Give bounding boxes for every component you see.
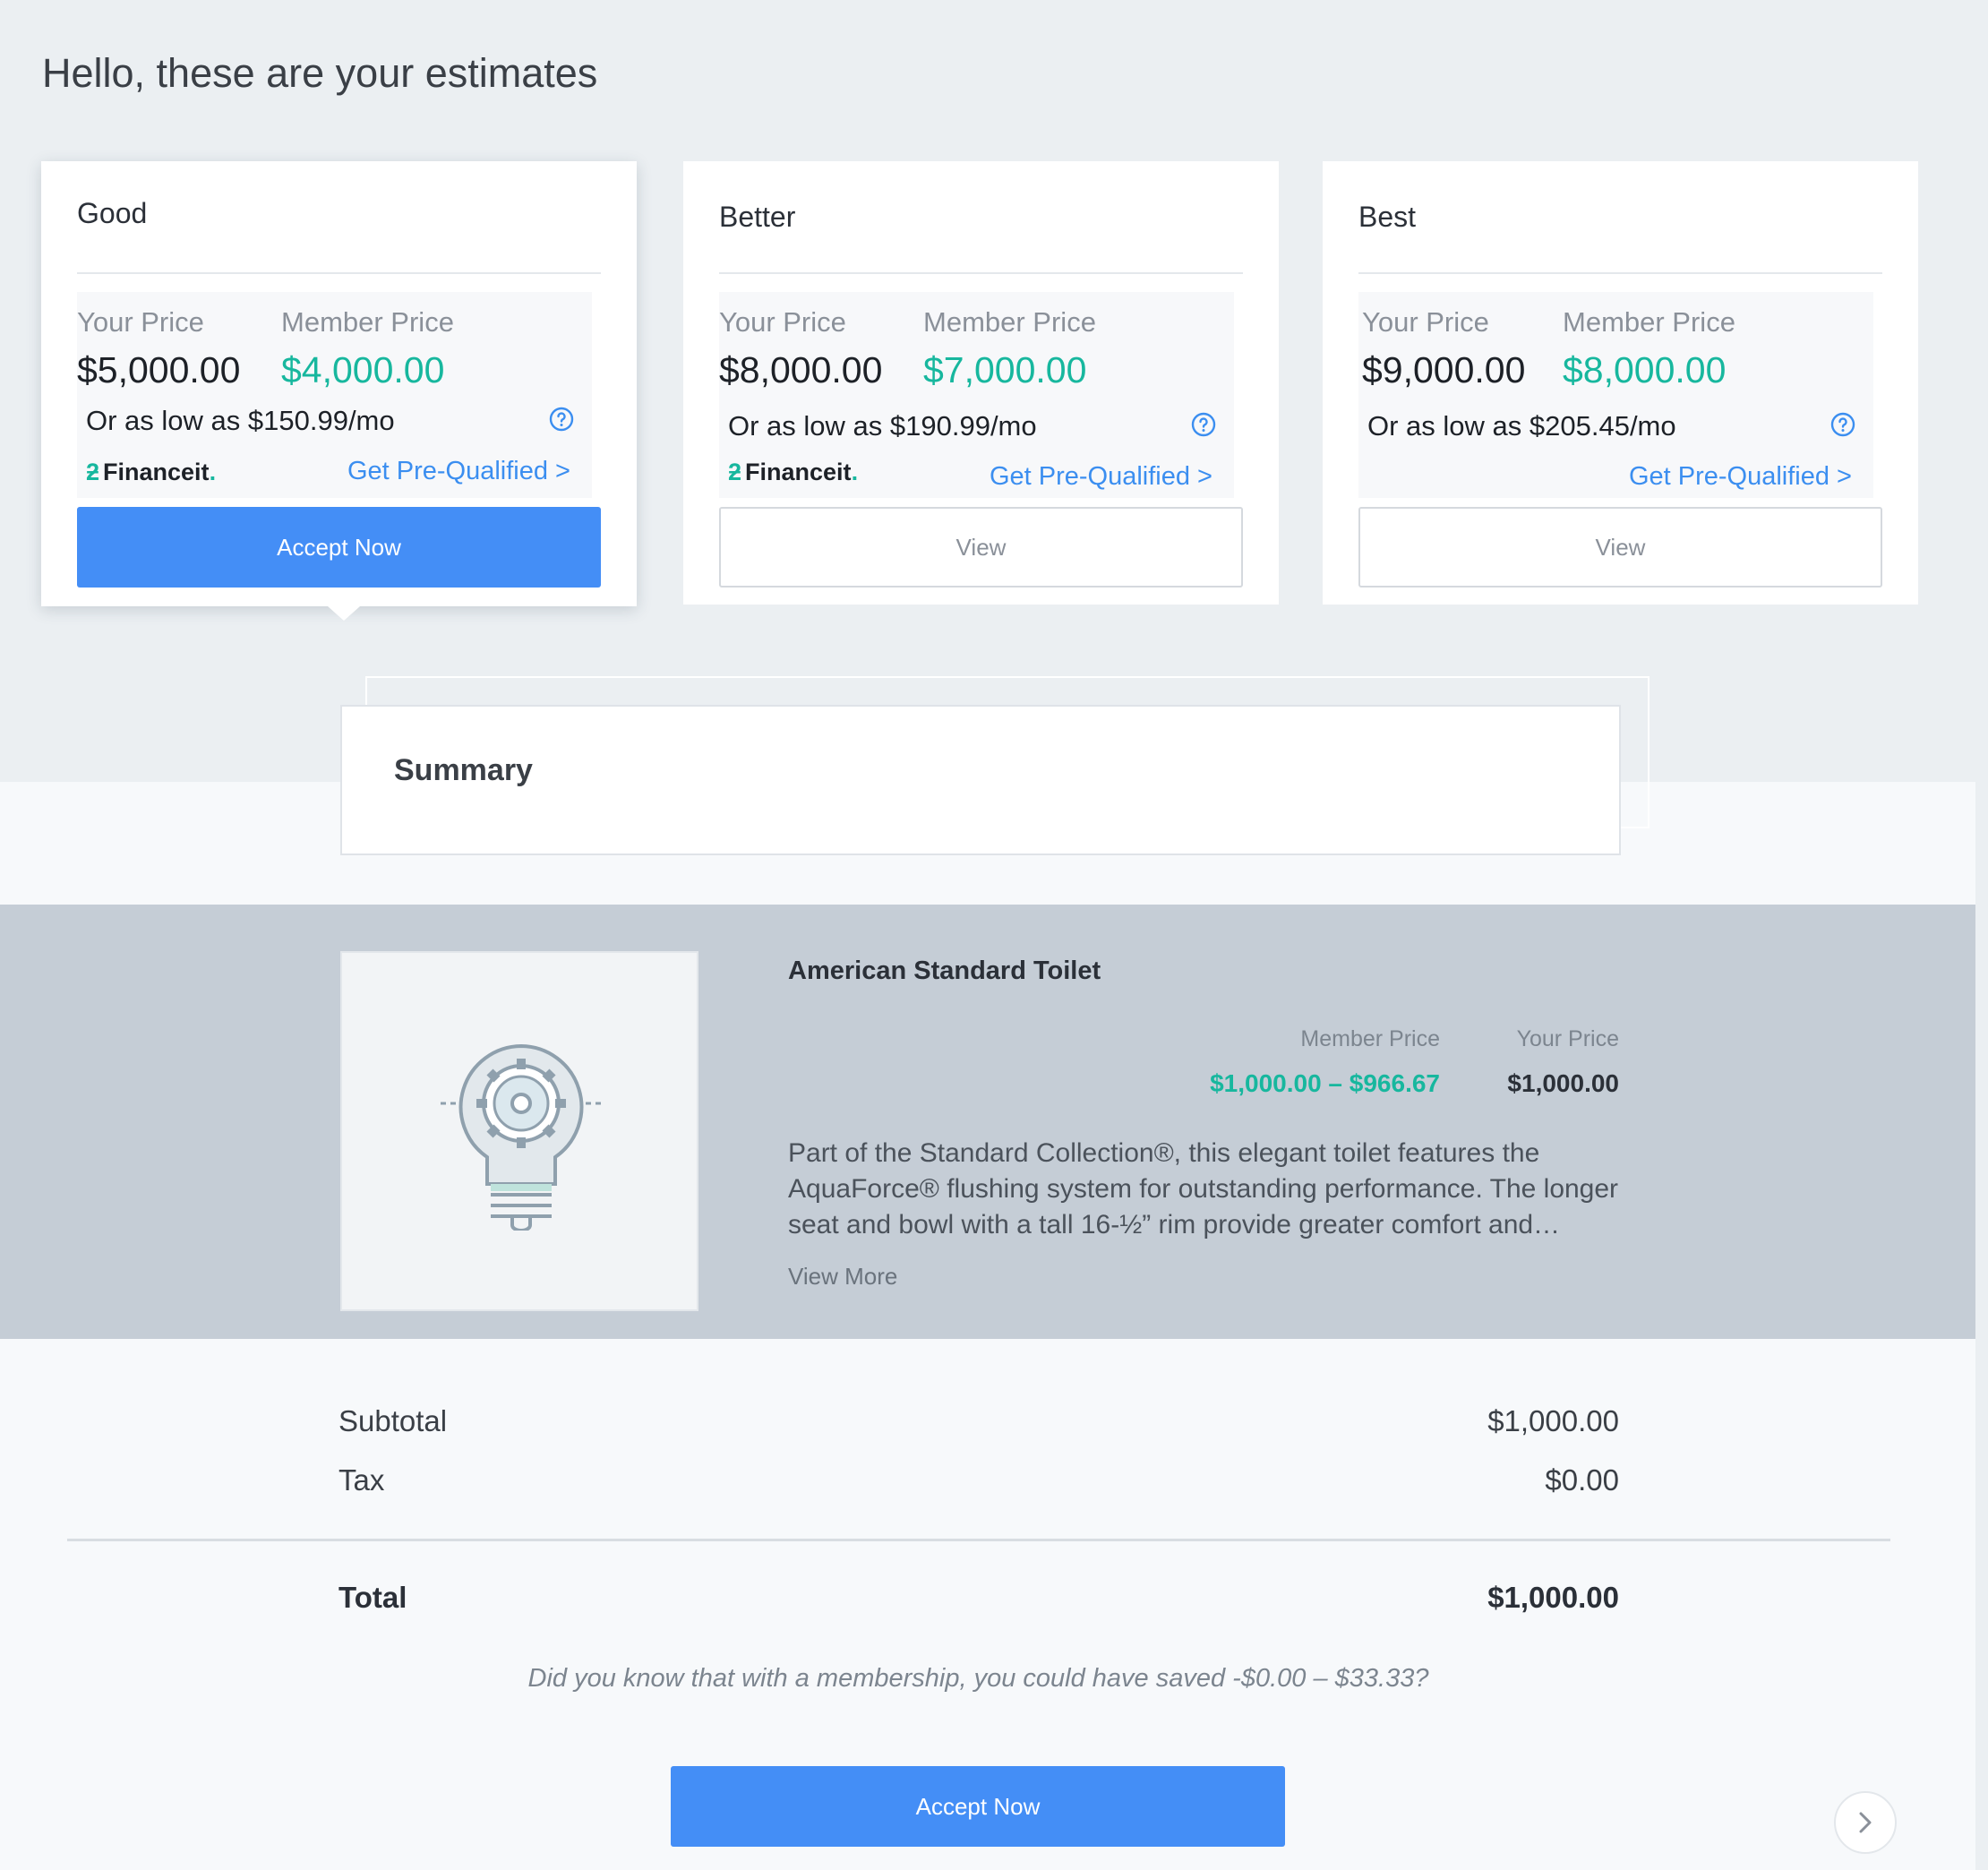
price-panel: Your Price $9,000.00 Member Price $8,000…	[1358, 292, 1873, 498]
total-amount: $1,000.00	[1487, 1581, 1619, 1614]
total-label: Total	[338, 1581, 407, 1614]
member-price-block: Member Price $7,000.00	[923, 306, 1096, 391]
your-price-label: Your Price	[1362, 306, 1489, 338]
member-price-range: $1,000.00 – $966.67	[1210, 1069, 1440, 1097]
divider	[719, 272, 1243, 274]
your-price-block: Your Price $5,000.00	[77, 306, 240, 391]
tier-card-better[interactable]: Better Your Price $8,000.00 Member Price…	[683, 161, 1279, 605]
product-description: Part of the Standard Collection®, this e…	[788, 1138, 1619, 1240]
help-icon[interactable]	[1191, 412, 1216, 437]
tax-row: Tax $0.00	[338, 1463, 1619, 1497]
get-prequalified-link[interactable]: Get Pre-Qualified >	[990, 462, 1213, 492]
price-panel: Your Price $8,000.00 Member Price $7,000…	[719, 292, 1234, 498]
tax-label: Tax	[338, 1463, 385, 1497]
membership-savings-note: Did you know that with a membership, you…	[527, 1664, 1429, 1693]
member-price-value: $7,000.00	[923, 349, 1087, 390]
product-line-item: American Standard Toilet Member Price Yo…	[0, 905, 1975, 1339]
accept-now-button[interactable]: Accept Now	[77, 507, 601, 588]
member-price-label: Member Price	[923, 306, 1096, 338]
get-prequalified-link[interactable]: Get Pre-Qualified >	[347, 457, 570, 486]
page-title: Hello, these are your estimates	[42, 50, 598, 96]
total-row: Total $1,000.00	[338, 1581, 1619, 1615]
subtotal-row: Subtotal $1,000.00	[338, 1404, 1619, 1438]
your-price-value: $1,000.00	[1507, 1069, 1619, 1097]
tier-name: Good	[77, 197, 148, 229]
your-price-label: Your Price	[719, 306, 846, 338]
subtotal-label: Subtotal	[338, 1404, 448, 1437]
your-price-block: Your Price $9,000.00	[1362, 306, 1525, 391]
tax-amount: $0.00	[1545, 1463, 1619, 1497]
financeit-mark-icon: ƻ	[728, 459, 742, 485]
divider	[1358, 272, 1882, 274]
view-more-link[interactable]: View More	[788, 1263, 897, 1291]
chevron-right-icon	[1859, 1812, 1872, 1833]
financeit-name: Financeit	[103, 459, 210, 485]
member-price-value: $4,000.00	[281, 349, 445, 390]
monthly-payment: Or as low as $205.45/mo	[1367, 410, 1676, 442]
view-button[interactable]: View	[1358, 507, 1882, 588]
member-price-value: $8,000.00	[1563, 349, 1727, 390]
accept-now-button-bottom[interactable]: Accept Now	[671, 1766, 1285, 1847]
your-price-value: $5,000.00	[77, 349, 241, 390]
help-icon[interactable]	[549, 407, 574, 432]
tier-card-good[interactable]: Good Your Price $5,000.00 Member Price $…	[41, 161, 637, 621]
tier-name: Best	[1358, 201, 1417, 233]
your-price-label: Your Price	[77, 306, 204, 338]
tier-name: Better	[719, 201, 796, 233]
summary-header: Summary	[340, 705, 1621, 855]
subtotal-amount: $1,000.00	[1487, 1404, 1619, 1437]
financeit-logo: ƻ Financeit.	[728, 459, 859, 485]
your-price-value: $8,000.00	[719, 349, 883, 390]
price-panel: Your Price $5,000.00 Member Price $4,000…	[77, 292, 592, 498]
your-price-value: $9,000.00	[1362, 349, 1526, 390]
your-price-block: Your Price $8,000.00	[719, 306, 882, 391]
financeit-logo: ƻ Financeit.	[86, 459, 217, 485]
divider	[77, 272, 601, 274]
totals-divider	[67, 1539, 1890, 1541]
financeit-mark-icon: ƻ	[86, 459, 100, 485]
summary-title: Summary	[394, 753, 533, 787]
help-icon[interactable]	[1830, 412, 1855, 437]
member-price-block: Member Price $4,000.00	[281, 306, 454, 391]
tier-card-best[interactable]: Best Your Price $9,000.00 Member Price $…	[1323, 161, 1918, 605]
next-button[interactable]	[1834, 1791, 1897, 1854]
get-prequalified-link[interactable]: Get Pre-Qualified >	[1629, 462, 1852, 492]
view-button[interactable]: View	[719, 507, 1243, 588]
member-price-label: Member Price	[1300, 1026, 1440, 1051]
member-price-label: Member Price	[281, 306, 454, 338]
member-price-label: Member Price	[1563, 306, 1735, 338]
member-price-block: Member Price $8,000.00	[1563, 306, 1735, 391]
monthly-payment: Or as low as $150.99/mo	[86, 405, 395, 436]
financeit-name: Financeit	[745, 459, 852, 485]
product-name: American Standard Toilet	[788, 956, 1101, 985]
your-price-label: Your Price	[1516, 1026, 1619, 1051]
lightbulb-gear-icon	[441, 1043, 602, 1231]
monthly-payment: Or as low as $190.99/mo	[728, 410, 1037, 442]
product-image-placeholder	[340, 951, 698, 1311]
